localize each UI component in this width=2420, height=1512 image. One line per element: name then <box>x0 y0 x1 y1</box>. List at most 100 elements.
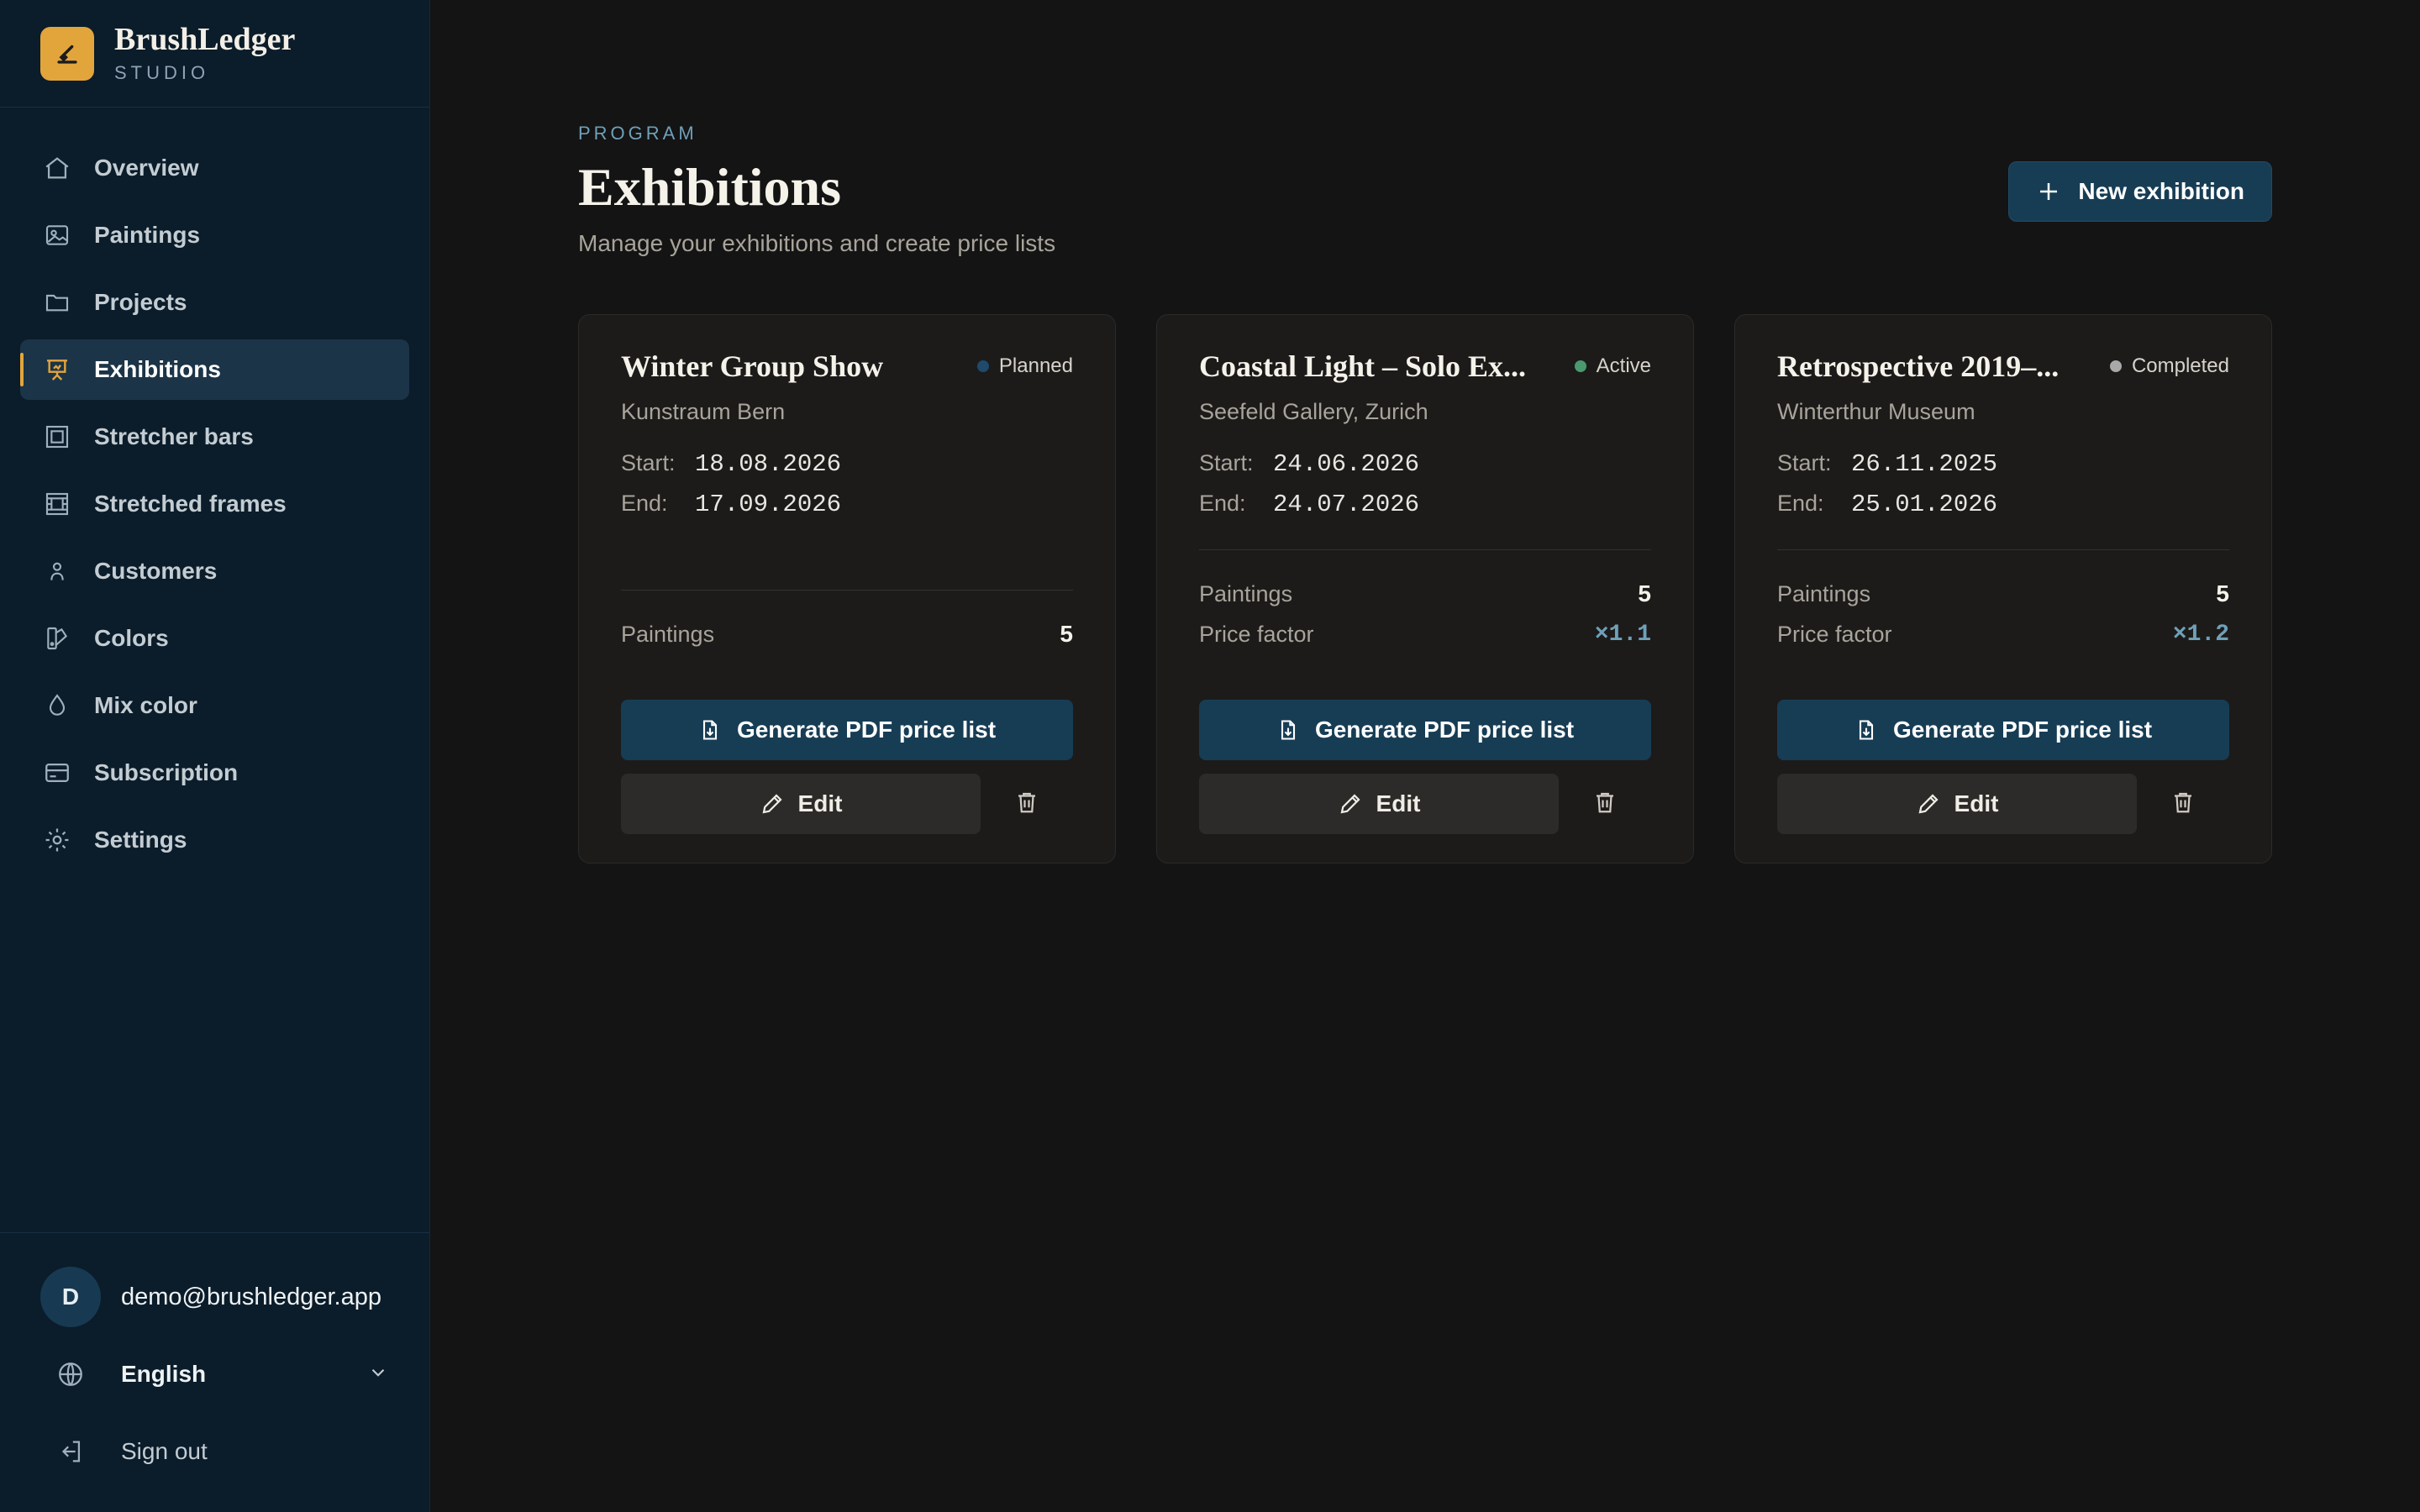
brand-name: BrushLedger <box>114 21 296 57</box>
sidebar-footer: D demo@brushledger.app English Sign out <box>0 1232 429 1512</box>
delete-button[interactable] <box>2137 774 2229 834</box>
brush-icon <box>40 26 94 81</box>
price-factor-label: Price factor <box>1199 621 1314 647</box>
sidebar-item-customers[interactable]: Customers <box>20 541 409 601</box>
exhibition-dates: Start: 24.06.2026 End: 24.07.2026 <box>1199 450 1651 531</box>
generate-pdf-button[interactable]: Generate PDF price list <box>621 700 1073 760</box>
exhibition-card: Winter Group Show Planned Kunstraum Bern… <box>578 314 1116 864</box>
file-download-icon <box>698 718 722 742</box>
sidebar-item-label: Paintings <box>94 222 201 248</box>
sidebar-item-label: Projects <box>94 289 187 315</box>
sidebar-item-paintings[interactable]: Paintings <box>20 205 409 265</box>
paintings-label: Paintings <box>621 621 715 647</box>
pdf-button-label: Generate PDF price list <box>1892 717 2153 743</box>
avatar: D <box>40 1267 101 1327</box>
delete-button[interactable] <box>981 774 1073 834</box>
status-badge: Planned <box>976 354 1073 378</box>
image-icon <box>42 220 72 250</box>
folder-icon <box>42 287 72 318</box>
page-subtitle: Manage your exhibitions and create price… <box>578 230 1056 256</box>
sidebar-item-subscription[interactable]: Subscription <box>20 743 409 803</box>
status-label: Planned <box>998 354 1073 377</box>
edit-label: Edit <box>1954 790 1999 816</box>
home-icon <box>42 153 72 183</box>
credit-card-icon <box>42 758 72 788</box>
sidebar-item-stretched-frames[interactable]: Stretched frames <box>20 474 409 534</box>
end-date: 17.09.2026 <box>695 491 842 518</box>
price-factor-row: Price factor ×1.2 <box>1777 614 2229 654</box>
trash-icon <box>1014 790 1039 819</box>
brand[interactable]: BrushLedger STUDIO <box>0 0 429 108</box>
chevron-down-icon <box>367 1362 389 1388</box>
language-label: English <box>121 1361 207 1387</box>
exhibition-dates: Start: 18.08.2026 End: 17.09.2026 <box>621 450 1073 531</box>
edit-button[interactable]: Edit <box>621 774 981 834</box>
user-profile[interactable]: D demo@brushledger.app <box>40 1267 389 1327</box>
pencil-icon <box>1916 791 1941 816</box>
exhibition-card: Retrospective 2019–... Completed Wintert… <box>1734 314 2272 864</box>
exhibition-title: Coastal Light – Solo Ex... <box>1199 349 1527 383</box>
price-factor-value: ×1.1 <box>1594 621 1651 648</box>
sidebar-item-overview[interactable]: Overview <box>20 138 409 198</box>
file-download-icon <box>1854 718 1878 742</box>
paintings-count: 5 <box>1060 621 1073 647</box>
sidebar-item-settings[interactable]: Settings <box>20 810 409 870</box>
sidebar-item-label: Subscription <box>94 759 239 785</box>
new-exhibition-button[interactable]: New exhibition <box>2008 161 2272 222</box>
paintings-label: Paintings <box>1199 580 1293 606</box>
sidebar-item-label: Customers <box>94 558 218 584</box>
trash-icon <box>2170 790 2196 819</box>
divider <box>621 590 1073 591</box>
sidebar-item-exhibitions[interactable]: Exhibitions <box>20 339 409 400</box>
app-root: BrushLedger STUDIO Overview Paintings Pr… <box>0 0 2420 1512</box>
generate-pdf-button[interactable]: Generate PDF price list <box>1199 700 1651 760</box>
sidebar-item-label: Stretched frames <box>94 491 287 517</box>
brand-subtitle: STUDIO <box>114 62 210 84</box>
paintings-count-row: Paintings 5 <box>621 614 1073 654</box>
pdf-button-label: Generate PDF price list <box>736 717 997 743</box>
globe-icon <box>40 1360 101 1389</box>
price-factor-row: Price factor ×1.1 <box>1199 614 1651 654</box>
delete-button[interactable] <box>1559 774 1651 834</box>
square-frame-icon <box>42 422 72 452</box>
edit-button[interactable]: Edit <box>1199 774 1559 834</box>
user-email: demo@brushledger.app <box>121 1283 381 1310</box>
generate-pdf-button[interactable]: Generate PDF price list <box>1777 700 2229 760</box>
film-frame-icon <box>42 489 72 519</box>
sidebar-item-colors[interactable]: Colors <box>20 608 409 669</box>
edit-label: Edit <box>797 790 843 816</box>
divider <box>1777 549 2229 550</box>
end-label: End: <box>621 491 668 516</box>
sidebar-item-projects[interactable]: Projects <box>20 272 409 333</box>
sidebar-item-label: Colors <box>94 625 169 651</box>
exhibition-cards: Winter Group Show Planned Kunstraum Bern… <box>578 314 2272 864</box>
exhibition-venue: Winterthur Museum <box>1777 399 1975 424</box>
exhibition-venue: Kunstraum Bern <box>621 399 786 424</box>
status-dot <box>976 360 989 372</box>
divider <box>1199 549 1651 550</box>
status-label: Completed <box>2131 354 2229 377</box>
exhibition-dates: Start: 26.11.2025 End: 25.01.2026 <box>1777 450 2229 531</box>
paintings-count: 5 <box>1638 580 1651 606</box>
status-badge: Active <box>1574 354 1651 378</box>
trash-icon <box>1592 790 1618 819</box>
main-content: PROGRAM Exhibitions Manage your exhibiti… <box>430 0 2420 1512</box>
sign-out-label: Sign out <box>121 1438 208 1464</box>
sidebar-item-stretcher-bars[interactable]: Stretcher bars <box>20 407 409 467</box>
sidebar-item-mix-color[interactable]: Mix color <box>20 675 409 736</box>
start-label: Start: <box>621 450 676 475</box>
pdf-button-label: Generate PDF price list <box>1314 717 1575 743</box>
status-dot <box>2109 360 2122 372</box>
pencil-icon <box>760 791 785 816</box>
sidebar: BrushLedger STUDIO Overview Paintings Pr… <box>0 0 430 1512</box>
file-download-icon <box>1276 718 1300 742</box>
presentation-icon <box>42 354 72 385</box>
paintings-count-row: Paintings 5 <box>1777 574 2229 614</box>
sidebar-nav: Overview Paintings Projects Exhibitions … <box>0 108 429 1232</box>
edit-button[interactable]: Edit <box>1777 774 2137 834</box>
exhibition-card: Coastal Light – Solo Ex... Active Seefel… <box>1156 314 1694 864</box>
exhibition-title: Retrospective 2019–... <box>1777 349 2060 383</box>
language-select[interactable]: English <box>40 1344 389 1404</box>
sign-out-button[interactable]: Sign out <box>40 1421 389 1482</box>
start-date: 26.11.2025 <box>1851 450 1998 478</box>
